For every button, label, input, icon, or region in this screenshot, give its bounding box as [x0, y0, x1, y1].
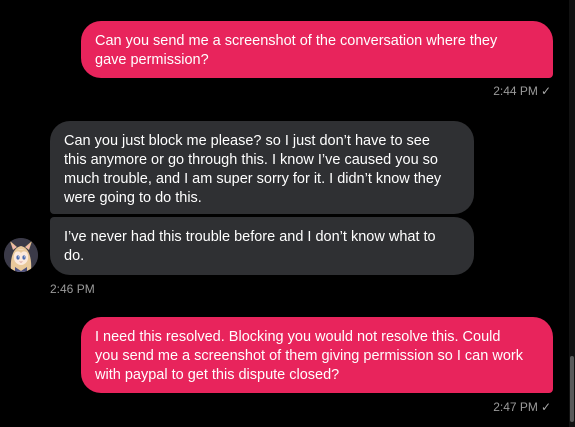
scrollbar-thumb[interactable]: [570, 356, 574, 422]
check-icon: ✓: [540, 400, 551, 414]
contact-avatar[interactable]: [4, 238, 38, 272]
anime-girl-avatar-icon: [4, 238, 38, 272]
check-icon: ✓: [540, 84, 551, 98]
message-timestamp: 2:47 PM ✓: [493, 400, 551, 414]
timestamp-text: 2:44 PM: [493, 84, 538, 98]
outgoing-message-bubble[interactable]: I need this resolved. Blocking you would…: [81, 317, 553, 393]
timestamp-text: 2:46 PM: [50, 282, 95, 296]
outgoing-message-bubble[interactable]: Can you send me a screenshot of the conv…: [81, 21, 553, 78]
incoming-message-bubble[interactable]: I’ve never had this trouble before and I…: [50, 217, 474, 275]
message-timestamp: 2:46 PM: [50, 282, 95, 296]
message-timestamp: 2:44 PM ✓: [493, 84, 551, 98]
timestamp-text: 2:47 PM: [493, 400, 538, 414]
incoming-message-bubble[interactable]: Can you just block me please? so I just …: [50, 121, 474, 214]
